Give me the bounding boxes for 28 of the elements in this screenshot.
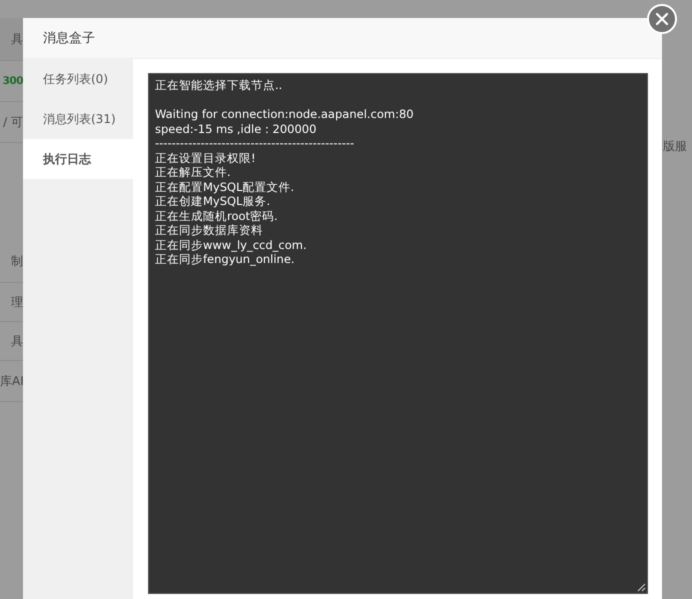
background-text: 版服 xyxy=(663,138,688,155)
log-line: 正在智能选择下载节点.. xyxy=(155,78,284,92)
sidebar-tab[interactable]: 执行日志 xyxy=(23,139,133,179)
background-text: 制 xyxy=(11,253,23,270)
log-line: 正在同步fengyun_online. xyxy=(155,252,296,266)
background-text: 理 xyxy=(11,294,23,310)
background-text: 库AI xyxy=(0,372,23,390)
background-text: 具 xyxy=(11,332,23,350)
log-line: 正在配置MySQL配置文件. xyxy=(155,180,296,194)
resize-grip-icon[interactable] xyxy=(637,583,646,592)
dialog-title: 消息盒子 xyxy=(43,30,95,47)
sidebar-tab[interactable]: 任务列表(0) xyxy=(23,59,133,99)
log-line: 正在生成随机root密码. xyxy=(155,208,279,223)
log-line: speed:-15 ms ,idle : 200000 xyxy=(155,122,318,136)
log-line: Waiting for connection:node.aapanel.com:80 xyxy=(155,107,415,122)
background-text: 具 xyxy=(11,30,23,48)
log-line: 正在设置目录权限! xyxy=(155,150,257,165)
log-field[interactable] xyxy=(148,73,648,594)
sidebar-tab[interactable]: 消息列表(31) xyxy=(23,99,133,139)
log-line: 正在同步数据库资料 xyxy=(155,223,264,238)
log-line: 正在创建MySQL服务. xyxy=(155,194,272,208)
log-line: ------------------------------------------------ xyxy=(155,136,356,150)
log-line: 正在同步www_ly_ccd_com. xyxy=(155,238,308,252)
background-text: 300 xyxy=(2,75,23,87)
close-icon xyxy=(655,12,669,26)
close-button[interactable] xyxy=(647,4,677,34)
log-line: 正在解压文件. xyxy=(155,165,232,180)
background-text: / 可 xyxy=(3,114,23,130)
